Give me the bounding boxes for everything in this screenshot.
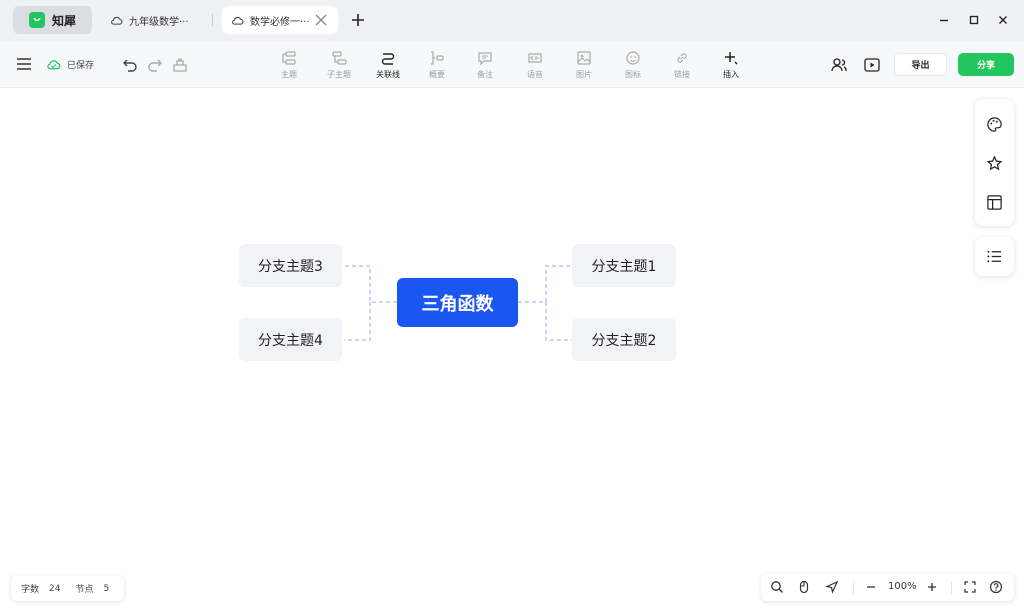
collaborators-icon[interactable] (830, 56, 848, 74)
presentation-icon[interactable] (863, 56, 881, 74)
branch-topic-3[interactable]: 分支主题3 (239, 244, 342, 287)
topic-icon (282, 51, 296, 65)
zoom-toolbar: 100% (761, 574, 1014, 601)
cloud-check-icon (47, 60, 61, 70)
save-status-label: 已保存 (67, 61, 95, 71)
tool-label: 图标 (625, 70, 641, 79)
tool-note[interactable]: 备注 (472, 42, 498, 88)
zoom-in-icon[interactable] (925, 580, 939, 594)
central-topic[interactable]: 三角函数 (397, 278, 518, 327)
home-tab[interactable]: 知犀 (13, 6, 92, 34)
tool-insert[interactable]: 插入 (718, 42, 744, 88)
share-button[interactable]: 分享 (958, 53, 1014, 76)
title-bar: 知犀 九年级数学··· 数学必修一··· (0, 0, 1024, 42)
undo-icon[interactable] (121, 56, 139, 74)
tab-title: 九年级数学··· (129, 16, 189, 28)
save-status: 已保存 (46, 57, 94, 72)
branch-topic-1[interactable]: 分支主题1 (572, 244, 676, 287)
layout-structure-icon[interactable] (986, 194, 1003, 211)
summary-icon (431, 51, 444, 65)
help-icon[interactable] (989, 580, 1003, 594)
outline-panel (975, 237, 1014, 276)
tab-document-1[interactable]: 九年级数学··· (104, 6, 214, 34)
zoom-level: 100% (888, 581, 917, 592)
tab-title: 数学必修一··· (250, 16, 310, 28)
locate-icon[interactable] (825, 580, 839, 594)
close-window-icon[interactable] (996, 13, 1010, 27)
tool-label: 子主题 (327, 70, 351, 79)
tool-label: 主题 (281, 70, 297, 79)
palette-icon[interactable] (986, 116, 1003, 133)
new-tab-icon[interactable] (349, 11, 367, 29)
tool-topic[interactable]: 主题 (276, 42, 302, 88)
document-stats: 字数 24 节点 5 (11, 576, 124, 601)
tool-label: 备注 (477, 70, 493, 79)
mouse-icon[interactable] (797, 580, 811, 594)
tool-emoji[interactable]: 图标 (620, 42, 646, 88)
divider (853, 581, 854, 594)
redo-icon[interactable] (146, 56, 164, 74)
tab-divider (212, 14, 213, 26)
node-count-label: 节点 (75, 585, 94, 595)
style-panel (975, 99, 1014, 226)
minimize-icon[interactable] (937, 13, 951, 27)
fullscreen-icon[interactable] (963, 580, 977, 594)
tool-label: 概要 (429, 70, 445, 79)
theme-style-icon[interactable] (986, 155, 1003, 172)
tool-image[interactable]: 图片 (571, 42, 597, 88)
app-logo-icon (29, 12, 45, 28)
tool-voice[interactable]: 语音 (522, 42, 548, 88)
mindmap-canvas[interactable] (0, 88, 1024, 611)
image-icon (577, 51, 591, 65)
branch-topic-4[interactable]: 分支主题4 (239, 318, 342, 361)
char-count-value: 24 (49, 583, 61, 594)
tab-document-2[interactable]: 数学必修一··· (222, 6, 338, 34)
subtopic-icon (332, 51, 347, 65)
insert-icon (725, 52, 738, 65)
zoom-out-icon[interactable] (864, 580, 878, 594)
tool-label: 链接 (674, 70, 690, 79)
tool-label: 关联线 (376, 70, 400, 79)
emoji-icon (626, 51, 640, 65)
cloud-icon (232, 16, 244, 25)
divider (951, 581, 952, 594)
note-icon (478, 52, 492, 66)
format-brush-icon[interactable] (171, 56, 189, 74)
tool-label: 图片 (576, 70, 592, 79)
tool-relation-line[interactable]: 关联线 (372, 42, 404, 88)
branch-topic-2[interactable]: 分支主题2 (572, 318, 676, 361)
tool-label: 语音 (527, 70, 543, 79)
node-count-value: 5 (103, 583, 110, 594)
outline-list-icon[interactable] (986, 248, 1003, 265)
tool-summary[interactable]: 概要 (424, 42, 450, 88)
voice-icon (528, 53, 542, 63)
relation-line-icon (381, 53, 395, 65)
tool-label: 插入 (723, 70, 739, 79)
toolbar: 已保存 主题 子主题 关联线 概要 备注 语音 图片 图标 链接 插入 (0, 42, 1024, 88)
close-tab-icon[interactable] (314, 13, 328, 27)
tool-link[interactable]: 链接 (669, 42, 695, 88)
tool-subtopic[interactable]: 子主题 (322, 42, 356, 88)
search-icon[interactable] (770, 580, 784, 594)
cloud-icon (111, 16, 123, 25)
export-button[interactable]: 导出 (894, 53, 947, 76)
char-count-label: 字数 (21, 585, 40, 595)
app-name: 知犀 (52, 13, 77, 28)
link-icon (677, 53, 687, 63)
maximize-icon[interactable] (967, 13, 981, 27)
menu-icon[interactable] (15, 55, 33, 73)
